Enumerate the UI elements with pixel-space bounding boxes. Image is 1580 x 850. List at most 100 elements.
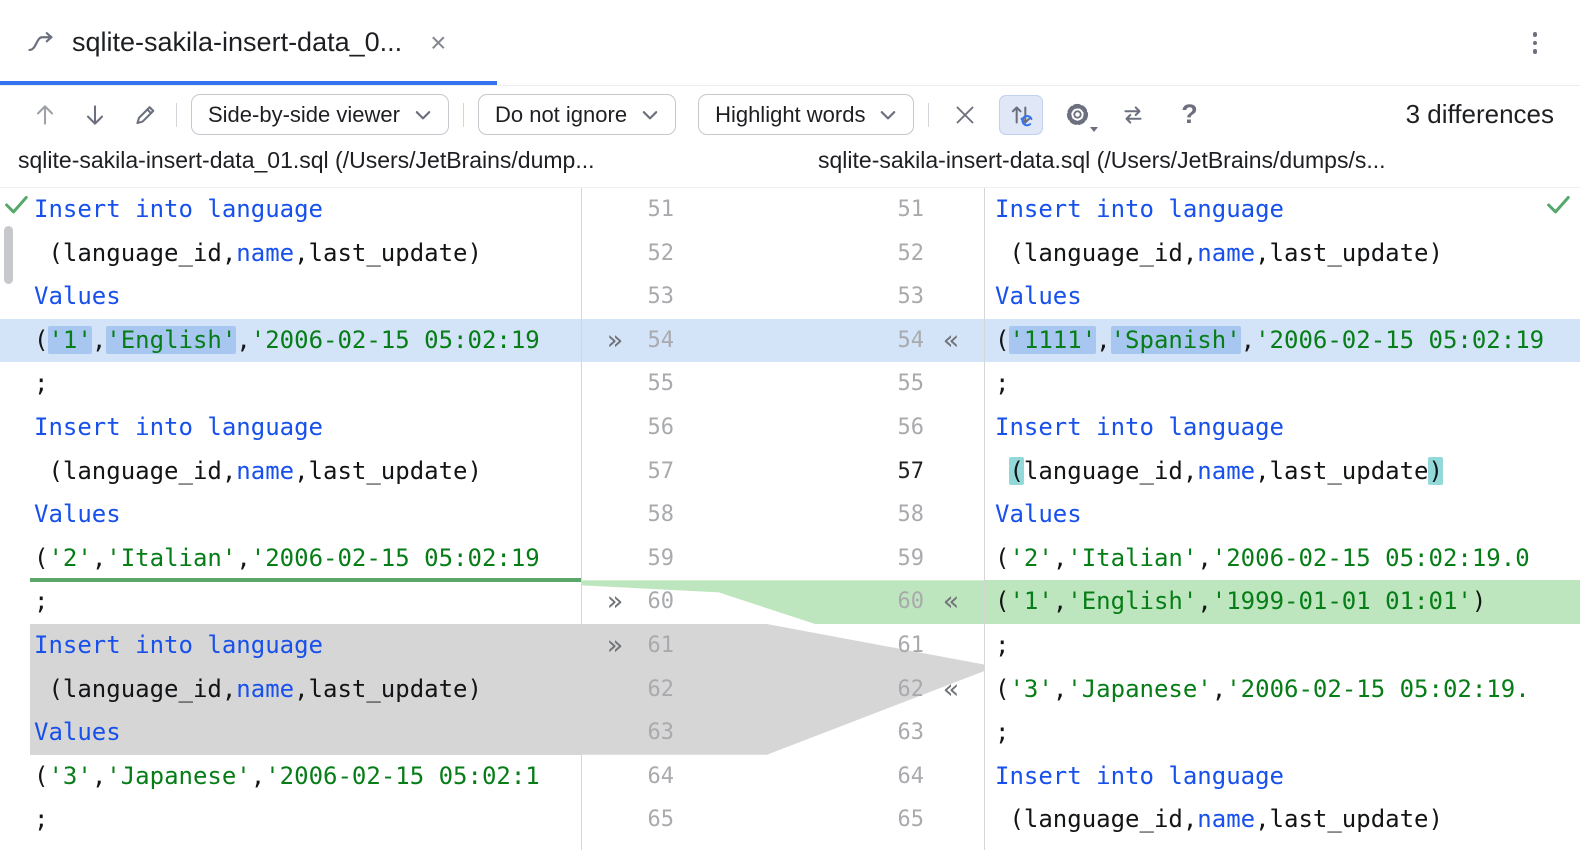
edit-icon[interactable] <box>128 96 162 134</box>
close-icon[interactable]: × <box>430 29 446 57</box>
code-token: , <box>1053 587 1067 615</box>
code-line-right[interactable]: Insert into language <box>985 188 1580 232</box>
line-number-left: 61 <box>636 624 674 668</box>
chevron-down-icon <box>879 108 897 122</box>
synchronize-scrolling-icon[interactable] <box>999 95 1043 135</box>
apply-change-right-chevron[interactable]: « <box>924 319 978 363</box>
apply-change-left-chevron[interactable]: » <box>594 624 636 668</box>
whitespace-policy-dropdown[interactable]: Do not ignore <box>478 94 676 135</box>
code-line-left[interactable]: ; <box>0 362 581 406</box>
code-token: ; <box>995 718 1009 746</box>
code-token: (language_id, <box>995 239 1197 267</box>
swap-sides-icon[interactable] <box>1111 95 1155 135</box>
next-difference-icon[interactable] <box>78 96 112 134</box>
tab-diff-file[interactable]: sqlite-sakila-insert-data_0... × <box>0 0 471 85</box>
gutter-spacer <box>674 580 886 624</box>
code-line-right[interactable]: Insert into language <box>985 406 1580 450</box>
code-line-right[interactable]: (language_id,name,last_update) <box>985 450 1580 494</box>
code-token: ,last_update) <box>1255 805 1443 833</box>
code-text: ; <box>995 369 1009 397</box>
code-line-left[interactable]: ; <box>0 580 581 624</box>
code-line-right[interactable]: Insert into language <box>985 755 1580 799</box>
code-line-left[interactable]: (language_id,name,last_update) <box>0 450 581 494</box>
kebab-menu-icon[interactable] <box>1520 28 1550 58</box>
code-token: , <box>1197 544 1211 572</box>
code-token: ; <box>995 369 1009 397</box>
code-line-left[interactable]: Insert into language <box>0 406 581 450</box>
code-token: , <box>236 544 250 572</box>
line-number-left: 51 <box>636 188 674 232</box>
code-token: name <box>1197 805 1255 833</box>
code-line-right[interactable]: ; <box>985 711 1580 755</box>
code-token: Values <box>34 718 121 746</box>
line-number-right: 51 <box>886 188 924 232</box>
gutter-spacer <box>674 450 886 494</box>
code-text: Values <box>34 282 121 310</box>
differences-count: 3 differences <box>1406 99 1554 130</box>
code-token: '1' <box>48 326 91 354</box>
code-line-left[interactable]: (language_id,name,last_update) <box>0 668 581 712</box>
line-number-right: 60 <box>886 580 924 624</box>
code-line-right[interactable]: ('2','Italian','2006-02-15 05:02:19.0 <box>985 537 1580 581</box>
code-text: Insert into language <box>34 413 323 441</box>
code-line-right[interactable]: Values <box>985 493 1580 537</box>
line-number-left: 52 <box>636 232 674 276</box>
code-line-right[interactable]: Values <box>985 275 1580 319</box>
code-line-left[interactable]: Insert into language <box>0 624 581 668</box>
code-token: name <box>1197 457 1255 485</box>
tab-title: sqlite-sakila-insert-data_0... <box>72 27 402 58</box>
code-line-left[interactable]: Insert into language <box>0 188 581 232</box>
code-token: 'Japanese' <box>1067 675 1212 703</box>
code-token: name <box>236 457 294 485</box>
line-number-left: 63 <box>636 711 674 755</box>
code-line-right[interactable]: (language_id,name,last_update) <box>985 232 1580 276</box>
code-text: ('1','English','2006-02-15 05:02:19 <box>34 326 540 354</box>
collapse-unchanged-icon[interactable] <box>943 95 987 135</box>
apply-change-right-chevron[interactable]: « <box>924 668 978 712</box>
previous-difference-icon[interactable] <box>28 96 62 134</box>
diff-icon <box>26 28 56 58</box>
gutter-row: »5959« <box>582 537 984 581</box>
code-token: ( <box>34 544 48 572</box>
code-line-left[interactable]: Values <box>0 275 581 319</box>
right-file-path: sqlite-sakila-insert-data.sql (/Users/Je… <box>818 147 1386 174</box>
code-line-left[interactable]: Values <box>0 493 581 537</box>
settings-gear-icon[interactable] <box>1055 95 1099 135</box>
diff-gutter: »5151«»5252«»5353«»5454«»5555«»5656«»575… <box>581 188 985 850</box>
code-text: ; <box>995 631 1009 659</box>
code-token: ,last_update) <box>294 675 482 703</box>
code-line-left[interactable]: ('2','Italian','2006-02-15 05:02:19 <box>0 537 581 581</box>
code-token: ( <box>995 675 1009 703</box>
code-token: '2006-02-15 05:02:19 <box>1255 326 1544 354</box>
code-line-right[interactable]: (language_id,name,last_update) <box>985 798 1580 842</box>
apply-change-left-chevron[interactable]: » <box>594 319 636 363</box>
viewer-mode-dropdown[interactable]: Side-by-side viewer <box>191 94 449 135</box>
code-line-right[interactable]: ('1111','Spanish','2006-02-15 05:02:19 <box>985 319 1580 363</box>
code-line-left[interactable]: Values <box>0 711 581 755</box>
help-icon[interactable]: ? <box>1167 95 1211 135</box>
code-token: , <box>1096 326 1110 354</box>
code-line-left[interactable]: (language_id,name,last_update) <box>0 232 581 276</box>
highlight-mode-dropdown[interactable]: Highlight words <box>698 94 914 135</box>
line-number-right: 56 <box>886 406 924 450</box>
code-token: (language_id, <box>34 675 236 703</box>
code-text: ; <box>34 369 48 397</box>
code-line-right[interactable]: ; <box>985 362 1580 406</box>
scrollbar-thumb[interactable] <box>4 226 13 284</box>
code-text: (language_id,name,last_update) <box>995 805 1443 833</box>
toolbar-separator <box>463 103 464 127</box>
diff-window: sqlite-sakila-insert-data_0... × Side-by… <box>0 0 1580 850</box>
line-number-left: 64 <box>636 755 674 799</box>
code-line-left[interactable]: ; <box>0 798 581 842</box>
code-line-right[interactable]: ('1','English','1999-01-01 01:01') <box>985 580 1580 624</box>
code-line-left[interactable]: ('3','Japanese','2006-02-15 05:02:1 <box>0 755 581 799</box>
line-number-left: 65 <box>636 798 674 842</box>
apply-change-left-chevron[interactable]: » <box>594 580 636 624</box>
code-line-right[interactable]: ; <box>985 624 1580 668</box>
code-line-left[interactable]: ('1','English','2006-02-15 05:02:19 <box>0 319 581 363</box>
gutter-row: »5151« <box>582 188 984 232</box>
code-line-right[interactable]: ('3','Japanese','2006-02-15 05:02:19. <box>985 668 1580 712</box>
gutter-spacer <box>674 668 886 712</box>
apply-change-right-chevron[interactable]: « <box>924 580 978 624</box>
code-token: '2006-02-15 05:02:19 <box>251 544 540 572</box>
